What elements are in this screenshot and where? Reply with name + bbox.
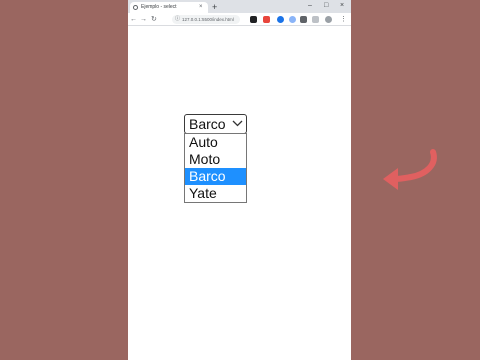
address-bar[interactable]: ⓘ 127.0.0.1:5500/index.html — [172, 15, 240, 24]
settings-extension-icon[interactable] — [289, 16, 296, 23]
menu-icon[interactable]: ⋮ — [340, 14, 347, 25]
globe-extension-icon[interactable] — [277, 16, 284, 23]
tab-active[interactable]: Ejemplo - select × — [130, 2, 208, 13]
tab-bar: Ejemplo - select × + – □ × — [128, 0, 351, 13]
new-tab-button[interactable]: + — [212, 2, 217, 12]
select-dropdown-list: Auto Moto Barco Yate — [184, 133, 247, 203]
browser-toolbar: ← → ↻ ⓘ 127.0.0.1:5500/index.html ⋮ — [128, 13, 351, 26]
tab-close-icon[interactable]: × — [199, 3, 203, 12]
back-icon[interactable]: ← — [130, 14, 137, 25]
sidepanel-extension-icon[interactable] — [312, 16, 319, 23]
close-window-button[interactable]: × — [340, 1, 344, 11]
option-auto[interactable]: Auto — [185, 134, 246, 151]
shield-extension-icon[interactable] — [250, 16, 257, 23]
address-text: 127.0.0.1:5500/index.html — [182, 17, 234, 22]
globe-icon — [133, 5, 138, 10]
warning-extension-icon[interactable] — [263, 16, 270, 23]
option-barco[interactable]: Barco — [185, 168, 246, 185]
vehicle-select[interactable]: Barco — [184, 114, 247, 134]
option-yate[interactable]: Yate — [185, 185, 246, 202]
pointer-arrow-annotation — [383, 149, 437, 190]
minimize-button[interactable]: – — [308, 1, 312, 11]
select-current-value: Barco — [189, 116, 226, 132]
site-info-icon[interactable]: ⓘ — [175, 15, 180, 24]
chevron-down-icon — [232, 120, 243, 127]
option-moto[interactable]: Moto — [185, 151, 246, 168]
tab-title: Ejemplo - select — [141, 4, 177, 10]
maximize-button[interactable]: □ — [324, 1, 328, 11]
browser-window: Ejemplo - select × + – □ × ← → ↻ ⓘ 127.0… — [128, 0, 437, 360]
reload-icon[interactable]: ↻ — [151, 14, 157, 25]
profile-avatar-icon[interactable] — [325, 16, 332, 23]
forward-icon[interactable]: → — [140, 14, 147, 25]
puzzle-extension-icon[interactable] — [300, 16, 307, 23]
